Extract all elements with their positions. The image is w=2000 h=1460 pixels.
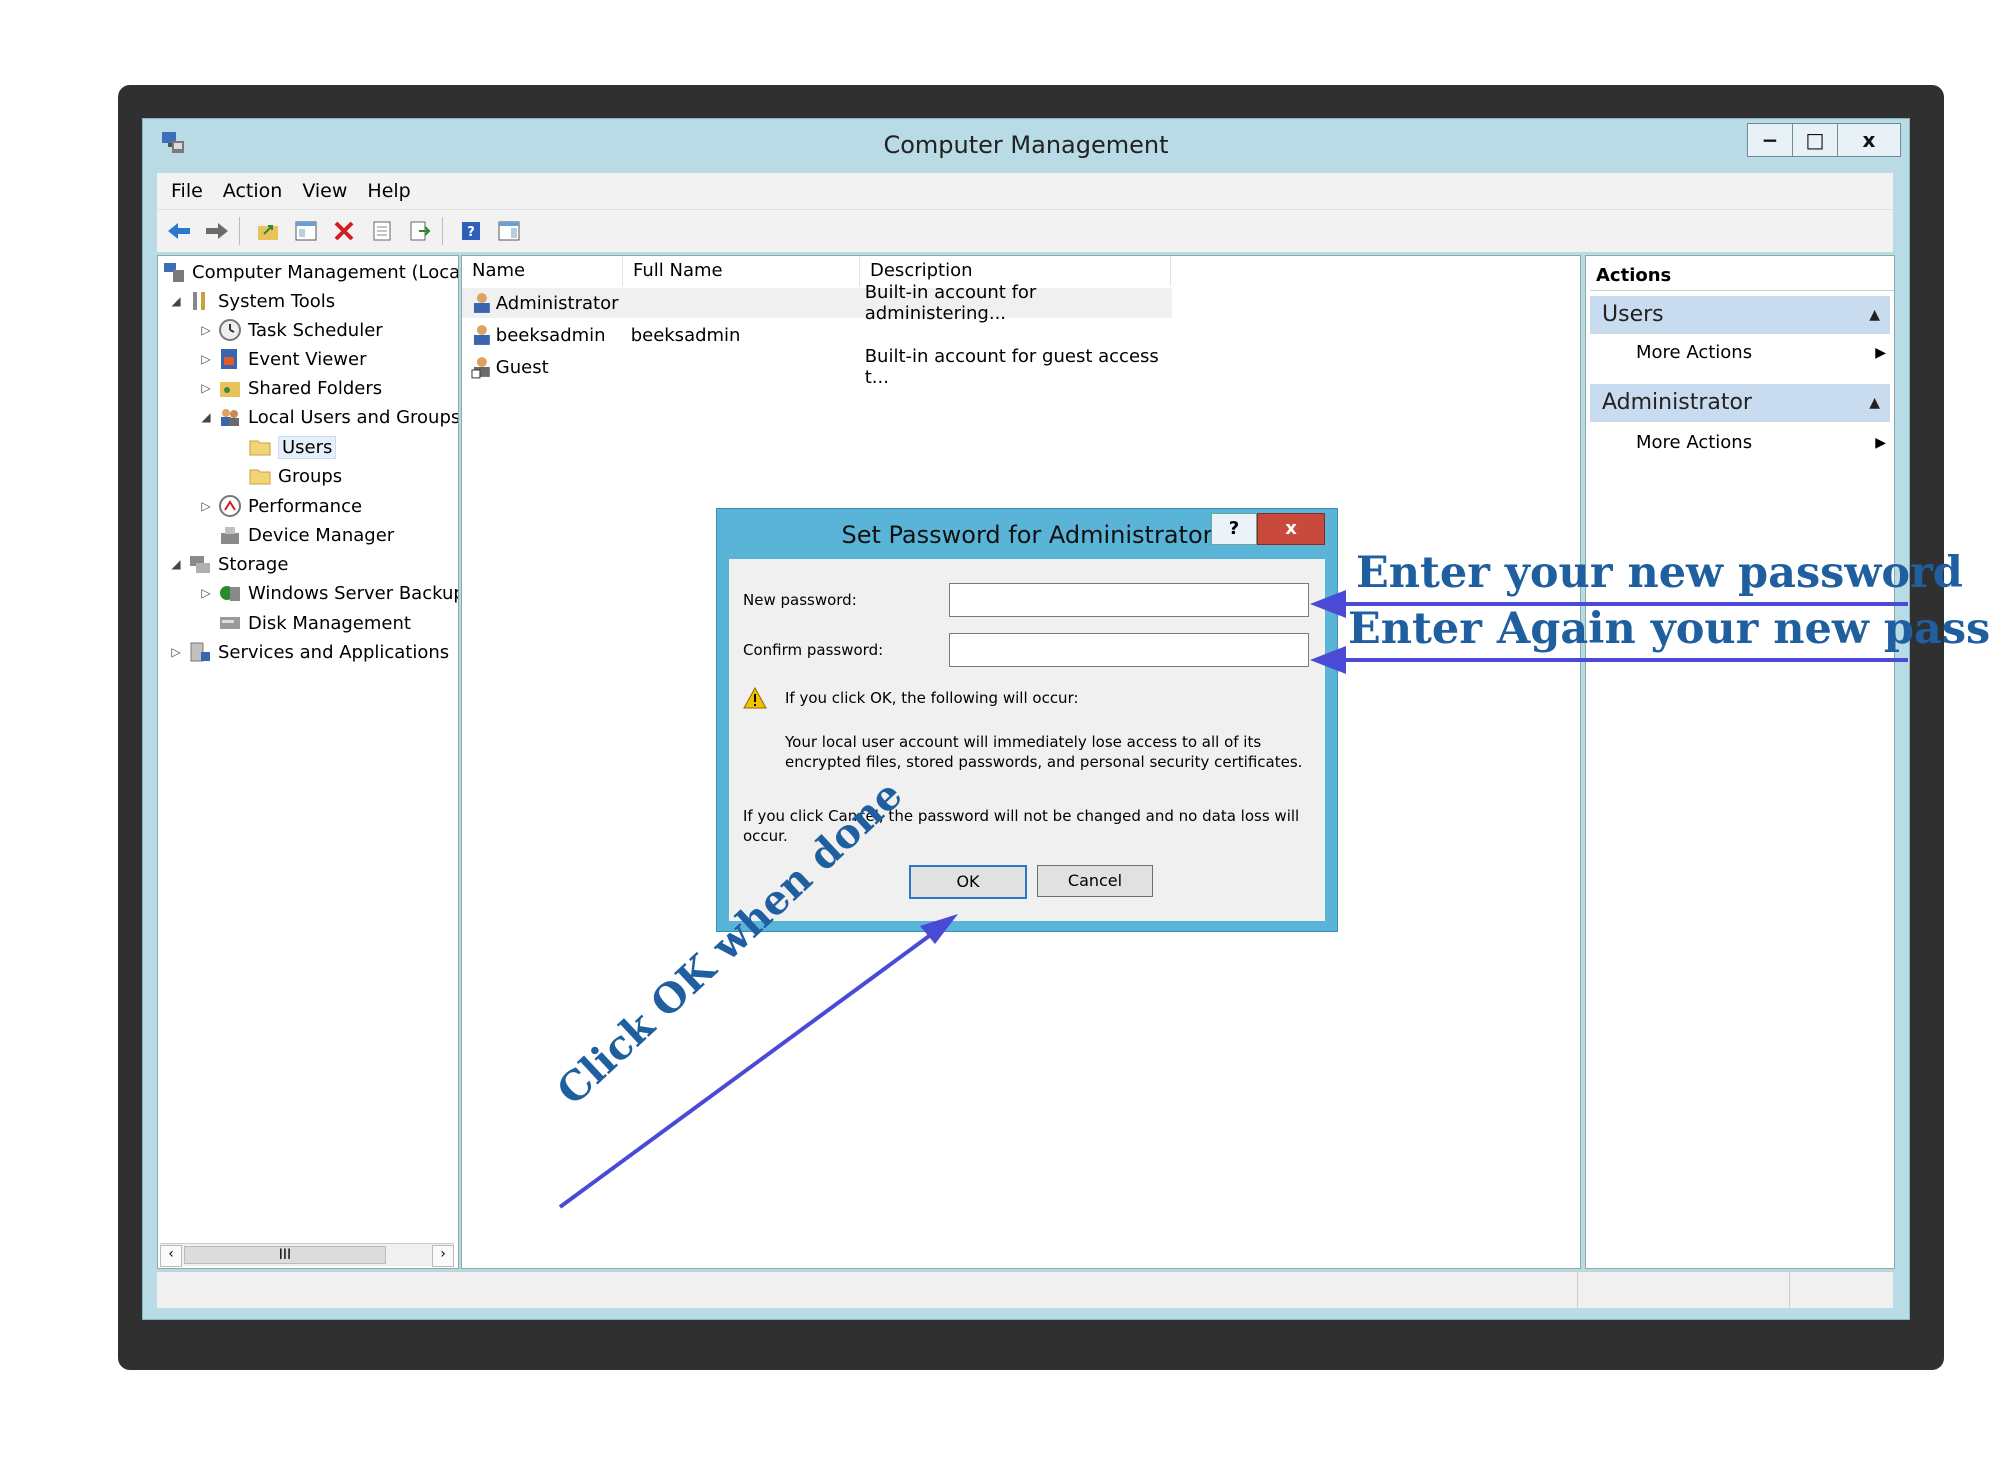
arrow-to-confirm-password (1310, 646, 1908, 674)
arrow-to-new-password (1310, 590, 1908, 618)
annotation-arrows (558, 590, 1908, 1209)
arrow-to-ok-button (558, 914, 958, 1209)
